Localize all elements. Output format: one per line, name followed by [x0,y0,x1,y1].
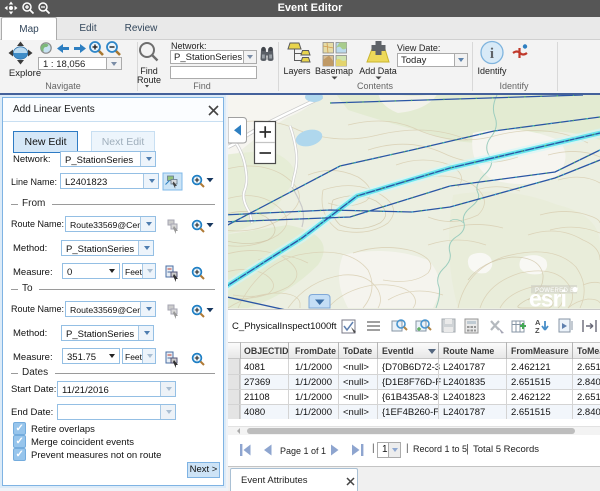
svg-text:2.462122: 2.462122 [511,392,551,403]
svg-text:L2401787: L2401787 [443,407,485,418]
svg-text:Z: Z [535,326,540,335]
svg-text:2.8409: 2.8409 [577,377,600,388]
svg-text:1/1/2000: 1/1/2000 [295,362,332,373]
svg-text:OBJECTID: OBJECTID [244,346,288,356]
svg-text:FromDate: FromDate [295,346,336,356]
svg-text:2.462121: 2.462121 [511,362,551,373]
svg-text:1/1/2000: 1/1/2000 [295,377,332,388]
svg-text:1/1/2000: 1/1/2000 [295,407,332,418]
svg-text:<null>: <null> [343,377,369,388]
svg-text:{61B435A8-3: {61B435A8-3 [382,392,438,403]
svg-text:{1EF4B260-F: {1EF4B260-F [382,407,439,418]
svg-text:EventId: EventId [382,346,414,356]
svg-text:<null>: <null> [343,392,369,403]
svg-text:<null>: <null> [343,407,369,418]
svg-text:4080: 4080 [244,407,265,418]
svg-text:1/1/2000: 1/1/2000 [295,392,332,403]
svg-text:2.651515: 2.651515 [511,407,551,418]
svg-text:FromMeasure: FromMeasure [511,346,569,356]
svg-text:Page 1 of 1: Page 1 of 1 [280,446,326,456]
svg-text:21108: 21108 [244,392,270,403]
svg-text:i: i [490,46,494,62]
svg-text:ToDate: ToDate [343,346,372,356]
svg-text:L2401787: L2401787 [443,362,485,373]
svg-text:<null>: <null> [343,362,369,373]
svg-text:Route Name: Route Name [443,346,494,356]
svg-text:2.651515: 2.651515 [511,377,551,388]
svg-text:ToMea: ToMea [577,346,600,356]
svg-text:esri: esri [529,286,566,310]
svg-text:L2401823: L2401823 [443,392,485,403]
svg-text:L2401835: L2401835 [443,377,485,388]
svg-text:2.6515: 2.6515 [577,362,600,373]
svg-text:{D70B6D72-3: {D70B6D72-3 [382,362,440,373]
svg-text:27369: 27369 [244,377,270,388]
svg-text:4081: 4081 [244,362,265,373]
svg-text:2.6515: 2.6515 [577,392,600,403]
svg-text:2.8409: 2.8409 [577,407,600,418]
svg-text:{D1E8F76D-F: {D1E8F76D-F [382,377,441,388]
